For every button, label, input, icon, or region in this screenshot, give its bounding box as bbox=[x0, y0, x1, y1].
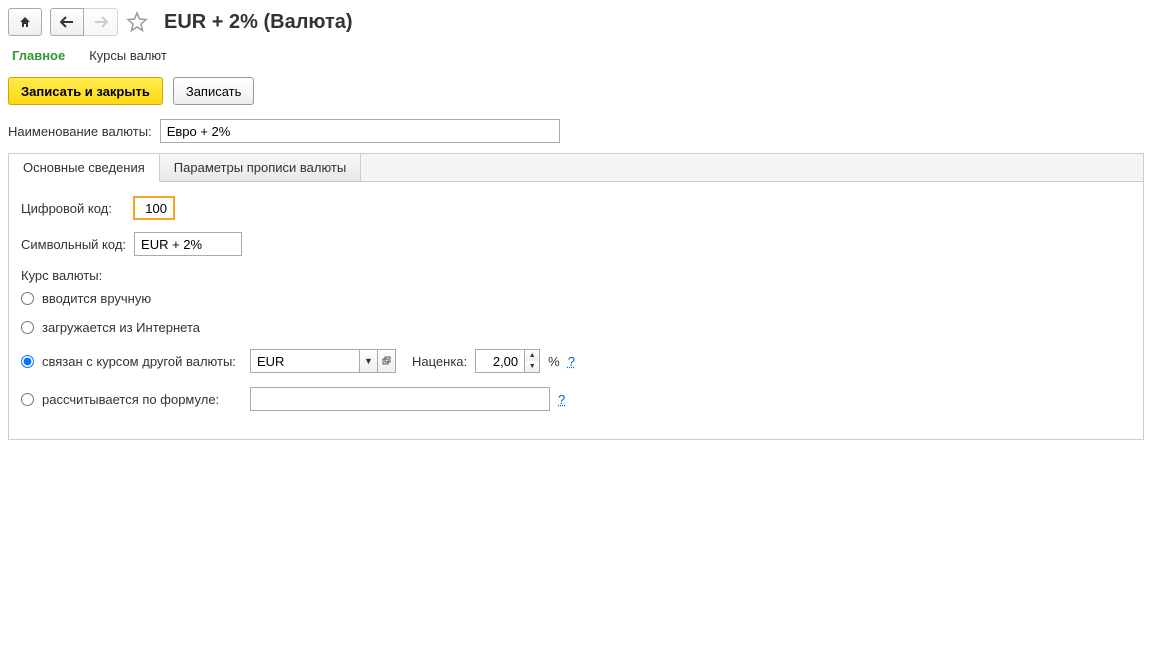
percent-label: % bbox=[548, 354, 560, 369]
numeric-code-input[interactable] bbox=[133, 196, 175, 220]
linked-currency-open[interactable] bbox=[377, 350, 395, 372]
markup-help[interactable]: ? bbox=[568, 354, 575, 369]
radio-manual-label: вводится вручную bbox=[42, 291, 151, 306]
formula-help[interactable]: ? bbox=[558, 392, 565, 407]
triangle-down-icon: ▼ bbox=[529, 363, 536, 370]
triangle-up-icon: ▲ bbox=[529, 352, 536, 359]
linked-currency-dropdown[interactable]: ▼ bbox=[359, 350, 377, 372]
save-button[interactable]: Записать bbox=[173, 77, 255, 105]
star-icon bbox=[126, 11, 148, 33]
formula-input[interactable] bbox=[250, 387, 550, 411]
rate-section-label: Курс валюты: bbox=[21, 268, 1131, 283]
radio-manual[interactable] bbox=[21, 292, 34, 305]
forward-button[interactable] bbox=[84, 8, 118, 36]
currency-name-label: Наименование валюты: bbox=[8, 124, 152, 139]
panel-tab-spelling[interactable]: Параметры прописи валюты bbox=[160, 154, 361, 181]
tab-main[interactable]: Главное bbox=[12, 48, 65, 63]
radio-formula-label: рассчитывается по формуле: bbox=[42, 392, 242, 407]
back-button[interactable] bbox=[50, 8, 84, 36]
panel-tab-basic[interactable]: Основные сведения bbox=[9, 154, 160, 182]
radio-formula[interactable] bbox=[21, 393, 34, 406]
markup-label: Наценка: bbox=[412, 354, 467, 369]
arrow-right-icon bbox=[94, 16, 108, 28]
currency-name-input[interactable] bbox=[160, 119, 560, 143]
chevron-down-icon: ▼ bbox=[364, 356, 373, 366]
save-close-button[interactable]: Записать и закрыть bbox=[8, 77, 163, 105]
open-icon bbox=[382, 356, 392, 366]
linked-currency-input[interactable] bbox=[251, 350, 359, 372]
tab-rates[interactable]: Курсы валют bbox=[89, 48, 167, 63]
symbol-code-input[interactable] bbox=[134, 232, 242, 256]
favorite-button[interactable] bbox=[126, 11, 148, 33]
markup-down[interactable]: ▼ bbox=[525, 361, 539, 372]
arrow-left-icon bbox=[60, 16, 74, 28]
page-title: EUR + 2% (Валюта) bbox=[164, 11, 353, 34]
markup-input[interactable] bbox=[476, 350, 524, 372]
markup-up[interactable]: ▲ bbox=[525, 350, 539, 361]
radio-internet-label: загружается из Интернета bbox=[42, 320, 200, 335]
radio-internet[interactable] bbox=[21, 321, 34, 334]
radio-linked[interactable] bbox=[21, 355, 34, 368]
numeric-code-label: Цифровой код: bbox=[21, 201, 125, 216]
radio-linked-label: связан с курсом другой валюты: bbox=[42, 354, 242, 369]
symbol-code-label: Символьный код: bbox=[21, 237, 126, 252]
home-button[interactable] bbox=[8, 8, 42, 36]
home-icon bbox=[18, 15, 32, 29]
